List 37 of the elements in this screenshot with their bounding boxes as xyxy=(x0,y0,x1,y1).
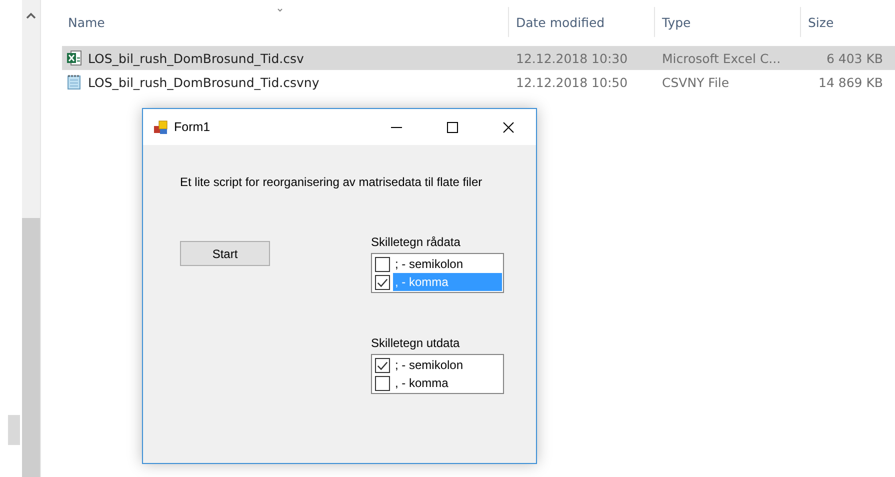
file-name: LOS_bil_rush_DomBrosund_Tid.csv xyxy=(88,50,304,66)
column-header[interactable]: Size xyxy=(800,7,889,37)
date-modified: 12.12.2018 10:50 xyxy=(515,74,629,90)
checkbox[interactable] xyxy=(375,358,390,372)
maximize-icon xyxy=(446,122,458,132)
text-file-icon xyxy=(66,74,82,90)
list-option[interactable]: , - komma xyxy=(393,374,502,392)
checkbox[interactable] xyxy=(375,256,390,272)
list-option[interactable]: ; - semikolon xyxy=(393,356,502,374)
file-size: 6 403 KB xyxy=(825,50,884,66)
start-button[interactable]: Start xyxy=(180,241,270,266)
file-type: Microsoft Excel C... xyxy=(661,50,782,66)
file-type: CSVNY File xyxy=(661,74,730,90)
column-header[interactable]: Type xyxy=(654,7,800,37)
group-label: Skilletegn rådata xyxy=(371,234,462,251)
file-size: 14 869 KB xyxy=(818,74,884,90)
list-option[interactable]: ; - semikolon xyxy=(393,255,502,273)
group-label: Skilletegn utdata xyxy=(371,335,461,352)
scroll-up-icon[interactable] xyxy=(26,12,36,19)
spreadsheet-file-icon xyxy=(66,50,82,66)
window-title: Form1 xyxy=(174,120,210,134)
file-row[interactable]: LOS_bil_rush_DomBrosund_Tid.csv 12.12.2018 10:30 Microsoft Excel C... 6 403 KB xyxy=(62,46,895,70)
description-text: Et lite script for reorganisering av matrisedata til flate filer xyxy=(180,175,484,189)
checkbox[interactable] xyxy=(375,376,390,390)
scrollbar[interactable] xyxy=(22,0,41,477)
splitter-handle[interactable] xyxy=(8,415,20,445)
checked-list-box[interactable]: ; - semikolon , - komma xyxy=(371,354,504,394)
column-header[interactable]: Date modified xyxy=(508,7,654,37)
file-row[interactable]: LOS_bil_rush_DomBrosund_Tid.csvny 12.12.2018 10:50 CSVNY File 14 869 KB xyxy=(62,70,895,94)
file-name: LOS_bil_rush_DomBrosund_Tid.csvny xyxy=(88,74,320,90)
close-icon xyxy=(502,122,514,132)
checkbox[interactable] xyxy=(375,274,390,290)
checked-list-box[interactable]: ; - semikolon , - komma xyxy=(371,253,504,293)
column-header[interactable]: Name xyxy=(62,7,508,37)
scrollbar-thumb[interactable] xyxy=(22,218,40,477)
date-modified: 12.12.2018 10:30 xyxy=(515,50,629,66)
app-icon xyxy=(153,120,168,134)
